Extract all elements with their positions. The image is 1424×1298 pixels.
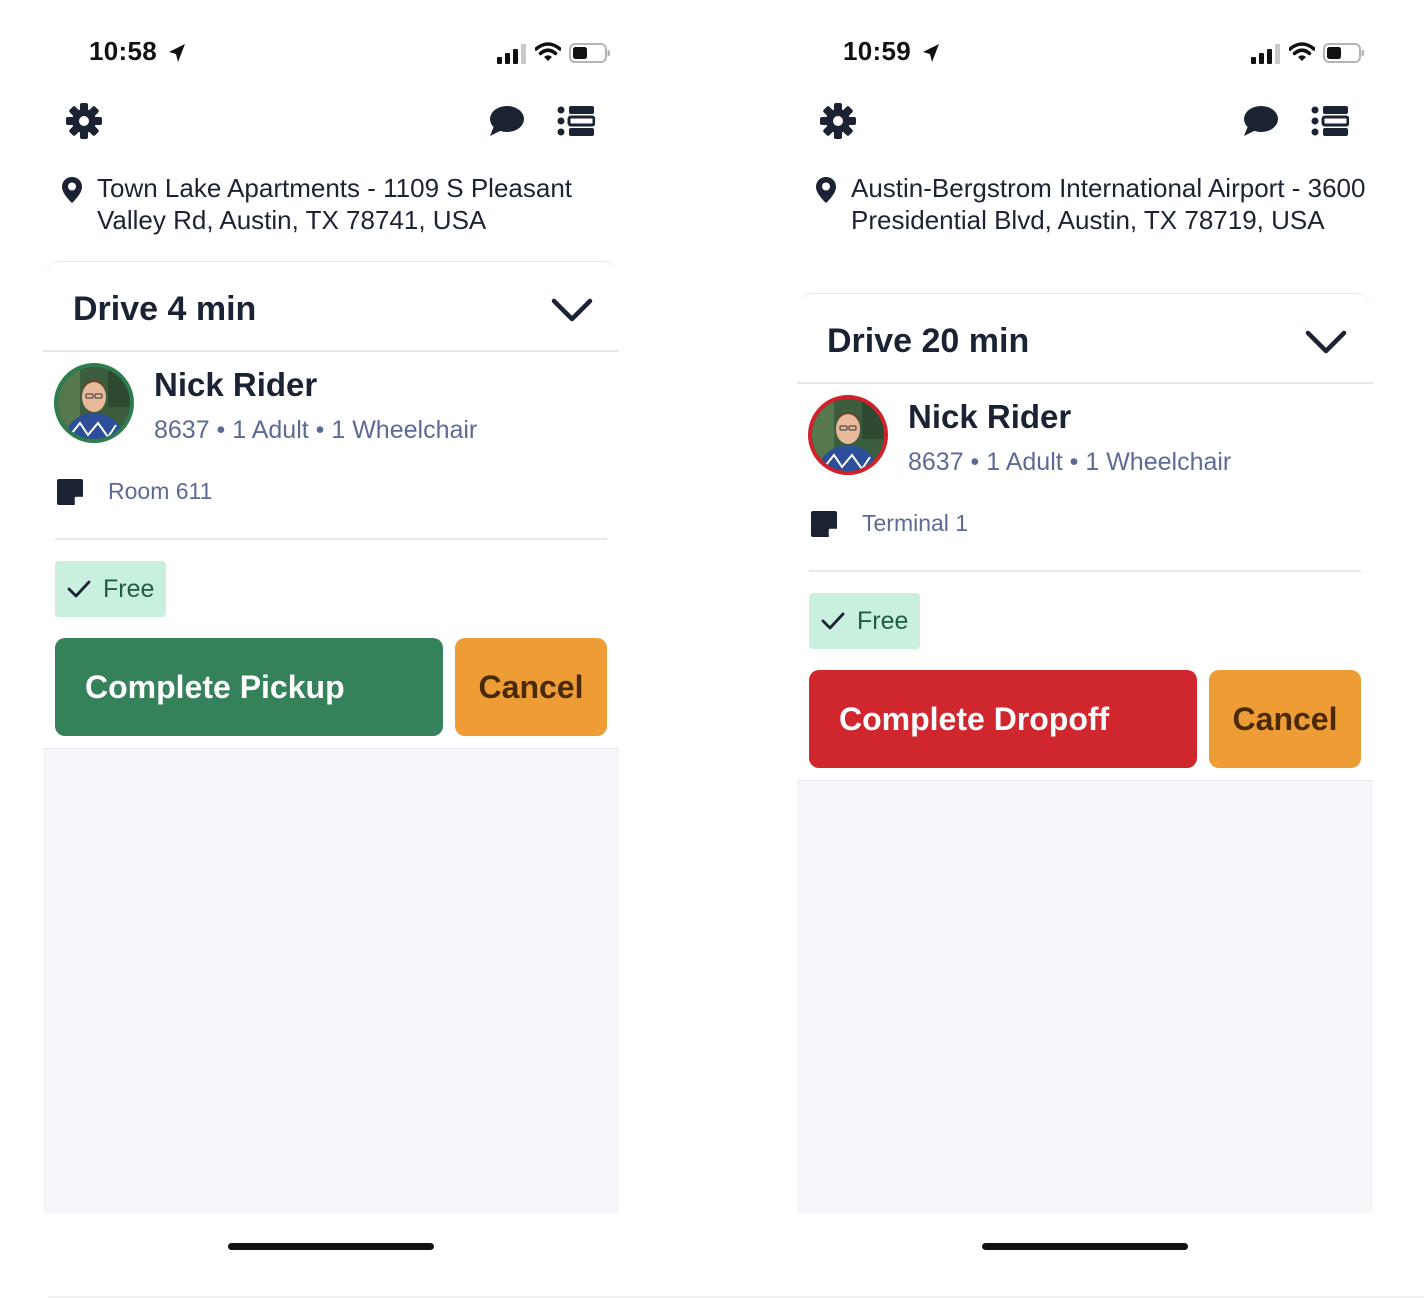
note-text: Room 611 — [108, 478, 213, 504]
chevron-down-icon[interactable] — [551, 294, 593, 326]
avatar — [808, 395, 888, 475]
fare-badge: Free — [55, 561, 167, 617]
wifi-icon — [535, 42, 561, 61]
complete-dropoff-button[interactable]: Complete Dropoff — [809, 670, 1197, 768]
trip-card: Drive 20 min Nick Rider 8637 • 1 Adult •… — [797, 293, 1373, 1213]
avatar — [54, 363, 134, 443]
drive-header[interactable]: Drive 4 min — [43, 262, 619, 352]
fare-label: Free — [103, 574, 155, 603]
destination-address: Austin-Bergstrom International Airport -… — [815, 172, 1371, 236]
battery-icon — [1323, 43, 1364, 63]
rider-row: Nick Rider 8637 • 1 Adult • 1 Wheelchair — [43, 352, 619, 462]
complete-pickup-button[interactable]: Complete Pickup — [55, 638, 443, 736]
status-time: 10:59 — [843, 36, 911, 66]
status-bar: 10:58 — [89, 36, 611, 72]
fare-row: Free — [797, 572, 1373, 670]
chevron-down-icon[interactable] — [1305, 326, 1347, 358]
map-pin-icon — [62, 177, 82, 203]
chat-bubble-icon[interactable] — [487, 102, 525, 140]
address-text: Austin-Bergstrom International Airport -… — [851, 173, 1366, 235]
home-indicator[interactable] — [228, 1243, 434, 1250]
address-text: Town Lake Apartments - 1109 S Pleasant V… — [97, 173, 573, 235]
rider-name: Nick Rider — [154, 366, 318, 403]
location-arrow-icon — [923, 44, 939, 62]
status-bar: 10:59 — [843, 36, 1365, 72]
actions-row: Complete Pickup Cancel — [43, 638, 619, 748]
checkmark-icon — [821, 612, 845, 630]
trip-note: Room 611 — [43, 462, 619, 538]
actions-row: Complete Dropoff Cancel — [797, 670, 1373, 780]
note-icon — [811, 511, 837, 537]
status-time: 10:58 — [89, 36, 157, 66]
signal-icon — [497, 44, 526, 64]
gear-icon[interactable] — [65, 102, 103, 140]
list-icon[interactable] — [557, 102, 595, 140]
drive-time-title: Drive 20 min — [827, 322, 1030, 360]
fare-label: Free — [857, 606, 909, 635]
note-text: Terminal 1 — [862, 510, 969, 536]
fare-row: Free — [43, 540, 619, 638]
signal-icon — [1251, 44, 1280, 64]
location-arrow-icon — [169, 44, 185, 62]
trip-note: Terminal 1 — [797, 494, 1373, 570]
rider-details: 8637 • 1 Adult • 1 Wheelchair — [154, 416, 478, 444]
fare-badge: Free — [809, 593, 921, 649]
trip-card: Drive 4 min Nick Rider 8637 • 1 Adult • … — [43, 261, 619, 1213]
destination-address: Town Lake Apartments - 1109 S Pleasant V… — [61, 172, 617, 236]
home-indicator[interactable] — [982, 1243, 1188, 1250]
rider-row: Nick Rider 8637 • 1 Adult • 1 Wheelchair — [797, 384, 1373, 494]
checkmark-icon — [67, 580, 91, 598]
phone-screen-pickup: 10:58 Town Lake Apartments - 1109 S Plea… — [11, 0, 651, 1298]
rider-name: Nick Rider — [908, 398, 1072, 435]
phone-screen-dropoff: 10:59 Austin-Bergstrom International Air… — [765, 0, 1405, 1298]
gear-icon[interactable] — [819, 102, 857, 140]
cancel-button[interactable]: Cancel — [1209, 670, 1361, 768]
drive-header[interactable]: Drive 20 min — [797, 294, 1373, 384]
wifi-icon — [1289, 42, 1315, 61]
list-icon[interactable] — [1311, 102, 1349, 140]
battery-icon — [569, 43, 610, 63]
cancel-button[interactable]: Cancel — [455, 638, 607, 736]
chat-bubble-icon[interactable] — [1241, 102, 1279, 140]
drive-time-title: Drive 4 min — [73, 290, 257, 328]
rider-details: 8637 • 1 Adult • 1 Wheelchair — [908, 448, 1232, 476]
map-pin-icon — [816, 177, 836, 203]
note-icon — [57, 479, 83, 505]
